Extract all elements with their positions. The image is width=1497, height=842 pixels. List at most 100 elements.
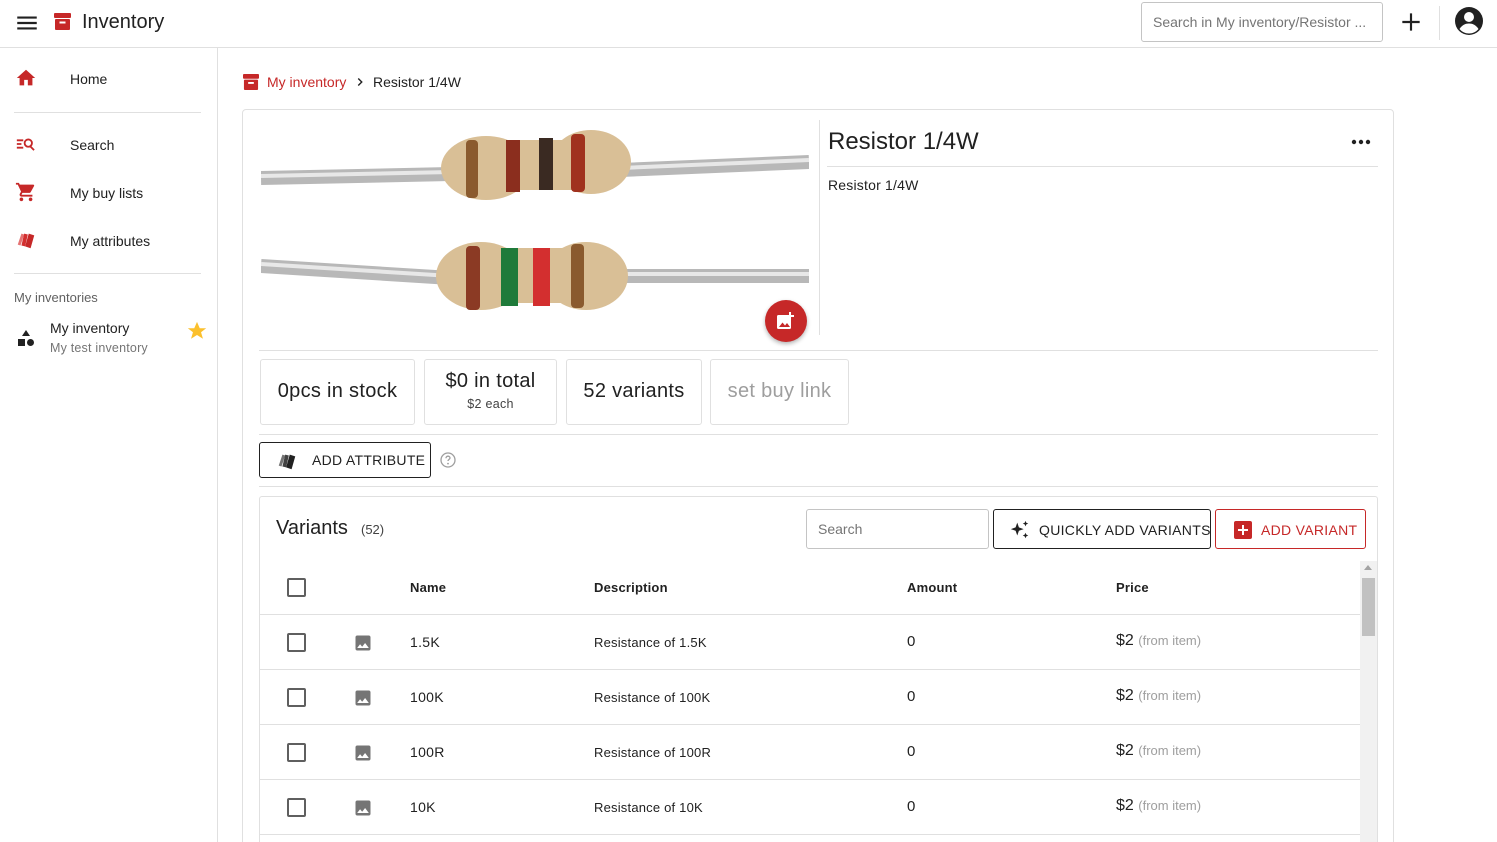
toolbar-divider (1439, 6, 1440, 40)
column-header-amount[interactable]: Amount (907, 580, 957, 595)
section-divider (259, 434, 1378, 435)
app-title: Inventory (82, 11, 165, 33)
column-header-description[interactable]: Description (594, 580, 668, 595)
price-source-note: (from item) (1138, 798, 1202, 813)
variant-description: Resistance of 100K (594, 690, 711, 705)
item-title: Resistor 1/4W (828, 128, 979, 155)
buy-link-label: set buy link (727, 380, 832, 402)
item-description: Resistor 1/4W (828, 177, 919, 193)
breadcrumb-current: Resistor 1/4W (373, 74, 461, 90)
home-icon (15, 67, 37, 89)
price-value: $2 (1116, 797, 1134, 814)
title-divider (827, 166, 1378, 167)
inventory-description: My test inventory (50, 341, 148, 355)
quickly-add-variants-button[interactable]: QUICKLY ADD VARIANTS (993, 509, 1211, 549)
variant-price: $2 (from item) (1116, 797, 1201, 815)
shapes-icon (17, 330, 35, 348)
row-checkbox[interactable] (287, 743, 306, 762)
image-icon (353, 633, 373, 653)
menu-icon[interactable] (14, 10, 40, 36)
variant-name: 1.5K (410, 634, 440, 650)
cart-icon (15, 181, 37, 203)
section-divider (259, 486, 1378, 487)
sparkle-icon (1009, 519, 1031, 546)
variant-name: 100K (410, 689, 444, 705)
row-checkbox[interactable] (287, 798, 306, 817)
star-icon[interactable] (186, 320, 208, 342)
add-attribute-button[interactable]: ADD ATTRIBUTE (259, 442, 431, 478)
sidebar-item-attributes[interactable]: My attributes (0, 219, 217, 263)
table-row[interactable]: 100K Resistance of 100K 0 $2 (from item) (260, 670, 1360, 725)
scrollbar-thumb[interactable] (1362, 578, 1375, 636)
image-icon (353, 688, 373, 708)
variants-count-badge: (52) (361, 522, 385, 537)
sidebar-item-label: My buy lists (70, 185, 144, 201)
variants-count: 52 variants (583, 380, 685, 402)
sidebar-item-label: Home (70, 71, 108, 87)
row-checkbox[interactable] (287, 688, 306, 707)
price-value: $2 (1116, 632, 1134, 649)
add-variant-button[interactable]: ADD VARIANT (1215, 509, 1366, 549)
manage-search-icon (15, 133, 37, 155)
price-source-note: (from item) (1138, 743, 1202, 758)
sidebar-item-search[interactable]: Search (0, 123, 217, 167)
table-scrollbar[interactable] (1360, 561, 1377, 842)
total-value-stat[interactable]: $0 in total $2 each (424, 359, 557, 425)
table-row[interactable]: 1.5K Resistance of 1.5K 0 $2 (from item) (260, 615, 1360, 670)
breadcrumb-link-inventory[interactable]: My inventory (267, 74, 346, 90)
chevron-right-icon (353, 75, 367, 89)
attributes-icon (15, 229, 37, 251)
inventory-icon (243, 74, 259, 90)
add-photo-button[interactable] (765, 300, 807, 342)
select-all-checkbox[interactable] (287, 578, 306, 597)
quickly-add-variants-label: QUICKLY ADD VARIANTS (1039, 522, 1211, 538)
account-icon[interactable] (1454, 6, 1484, 36)
stock-value: 0pcs in stock (277, 380, 398, 402)
variant-price: $2 (from item) (1116, 632, 1201, 650)
sidebar-divider (14, 112, 201, 113)
variant-amount: 0 (907, 798, 916, 815)
variants-title: Variants (276, 517, 348, 539)
total-value: $0 in total (445, 370, 536, 392)
price-value: $2 (1116, 742, 1134, 759)
column-header-name[interactable]: Name (410, 580, 446, 595)
sidebar-item-label: Search (70, 137, 115, 153)
variants-stat[interactable]: 52 variants (566, 359, 702, 425)
table-row[interactable]: 10K Resistance of 10K 0 $2 (from item) (260, 780, 1360, 835)
add-icon[interactable] (1398, 9, 1424, 35)
sidebar-section-title: My inventories (14, 290, 98, 305)
variant-description: Resistance of 10K (594, 800, 703, 815)
image-icon (353, 798, 373, 818)
inventory-name: My inventory (50, 320, 130, 336)
price-value: $2 (1116, 687, 1134, 704)
price-source-note: (from item) (1138, 688, 1202, 703)
variants-search-input[interactable] (806, 509, 989, 549)
item-photo (260, 126, 810, 336)
global-search-input[interactable] (1141, 2, 1383, 42)
more-options-icon[interactable] (1349, 132, 1373, 152)
stock-stat[interactable]: 0pcs in stock (260, 359, 415, 425)
sidebar-item-buy-lists[interactable]: My buy lists (0, 171, 217, 215)
variant-description: Resistance of 1.5K (594, 635, 707, 650)
section-divider (259, 350, 1378, 351)
price-source-note: (from item) (1138, 633, 1202, 648)
sidebar-divider (14, 273, 201, 274)
variant-price: $2 (from item) (1116, 687, 1201, 705)
set-buy-link-button[interactable]: set buy link (710, 359, 849, 425)
add-attribute-label: ADD ATTRIBUTE (312, 452, 426, 468)
image-icon (353, 743, 373, 763)
help-icon[interactable] (440, 452, 456, 468)
attributes-icon (276, 450, 298, 477)
scroll-up-arrow-icon[interactable] (1364, 565, 1372, 570)
unit-price: $2 each (467, 397, 514, 411)
sidebar-item-home[interactable]: Home (0, 57, 217, 101)
item-card: Resistor 1/4W Resistor 1/4W 0pcs in stoc… (242, 109, 1394, 842)
row-checkbox[interactable] (287, 633, 306, 652)
sidebar-item-my-inventory[interactable]: My inventory My test inventory (0, 314, 217, 362)
column-header-price[interactable]: Price (1116, 580, 1149, 595)
table-row[interactable]: 100R Resistance of 100R 0 $2 (from item) (260, 725, 1360, 780)
inventory-logo-icon (54, 13, 71, 30)
top-app-bar: Inventory (0, 0, 1497, 48)
vertical-divider (819, 120, 820, 335)
add-box-icon (1234, 521, 1252, 544)
